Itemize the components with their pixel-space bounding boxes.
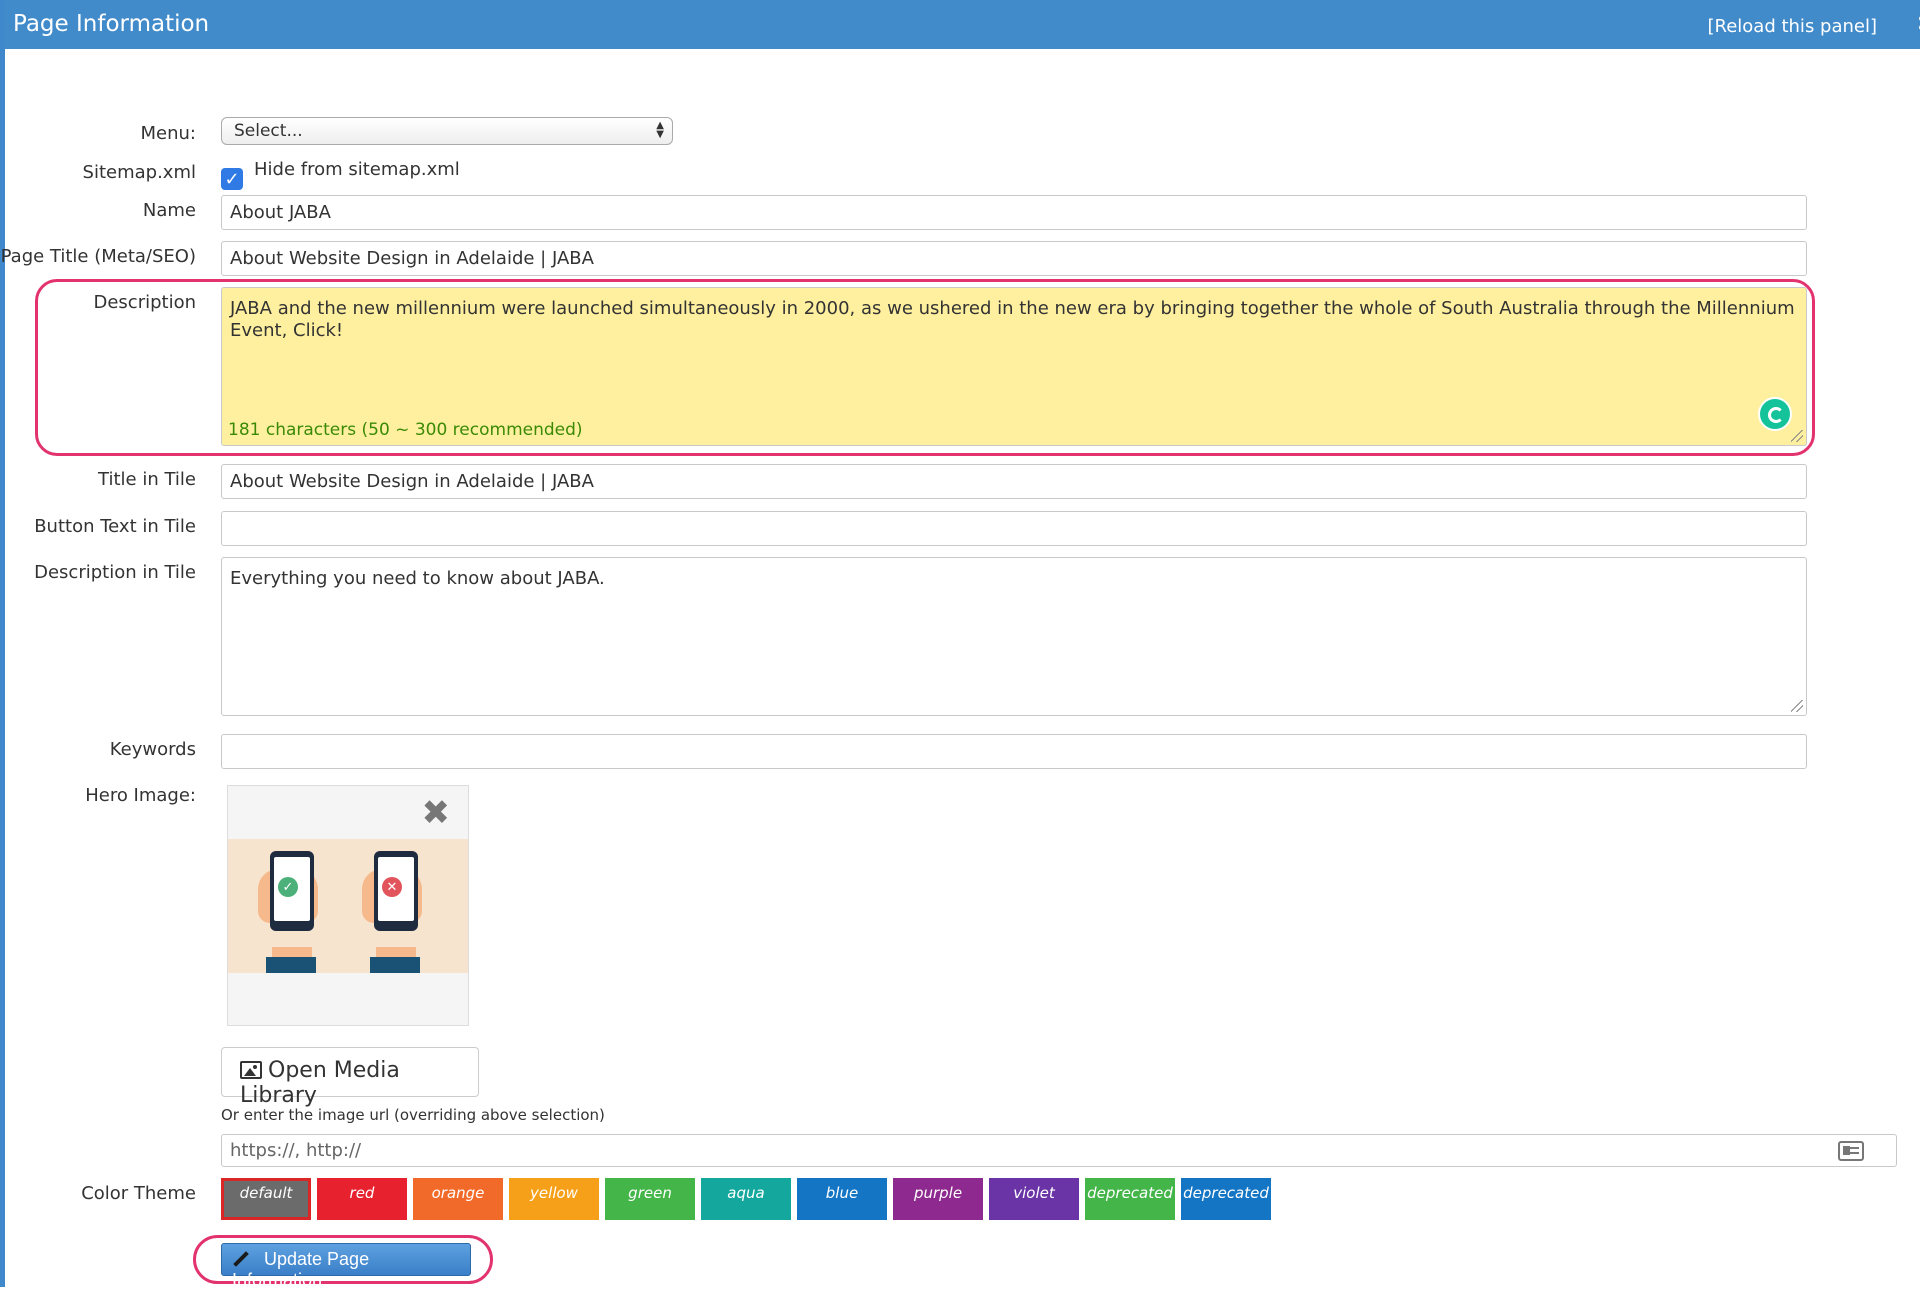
theme-swatch-green[interactable]: green [605, 1178, 695, 1220]
theme-swatch-red[interactable]: red [317, 1178, 407, 1220]
checkmark-icon: ✓ [224, 169, 240, 189]
button-text-input[interactable] [221, 511, 1807, 546]
resize-grip-icon[interactable] [1791, 700, 1803, 712]
title-in-tile-label: Title in Tile [98, 469, 196, 490]
image-url-placeholder: https://, http:// [230, 1140, 362, 1161]
select-arrows-icon: ▲ ▼ [656, 120, 664, 140]
sitemap-label: Sitemap.xml [82, 162, 196, 183]
color-theme-label: Color Theme [81, 1183, 196, 1204]
description-char-count: 181 characters (50 ~ 300 recommended) [228, 420, 583, 440]
hide-sitemap-label[interactable]: Hide from sitemap.xml [254, 159, 460, 180]
page-information-panel: Page Information [Reload this panel] Men… [0, 0, 1920, 1290]
open-media-library-label: Open Media Library [240, 1058, 400, 1108]
panel-header: Page Information [Reload this panel] [5, 0, 1920, 49]
image-url-hint: Or enter the image url (overriding above… [221, 1106, 605, 1124]
description-in-tile-label: Description in Tile [34, 562, 196, 583]
button-text-label: Button Text in Tile [34, 516, 196, 537]
menu-select-value: Select... [234, 121, 303, 141]
theme-swatch-deprecated[interactable]: deprecated [1085, 1178, 1175, 1220]
keywords-input[interactable] [221, 734, 1807, 769]
grammarly-icon[interactable] [1758, 397, 1792, 431]
open-media-library-button[interactable]: Open Media Library [221, 1047, 479, 1108]
checkmark-icon: ✓ [278, 877, 298, 897]
hero-image-illustration: ✓ ✕ [228, 839, 468, 973]
phone-illustration: ✕ [374, 851, 418, 931]
menu-label: Menu: [140, 123, 197, 144]
theme-swatch-orange[interactable]: orange [413, 1178, 503, 1220]
description-text: JABA and the new millennium were launche… [230, 298, 1795, 341]
pencil-icon [233, 1251, 249, 1267]
cross-icon: ✕ [382, 877, 402, 897]
theme-swatch-default[interactable]: default [221, 1178, 311, 1220]
theme-swatch-aqua[interactable]: aqua [701, 1178, 791, 1220]
reload-panel-link[interactable]: [Reload this panel] [1707, 16, 1877, 37]
theme-swatch-yellow[interactable]: yellow [509, 1178, 599, 1220]
theme-swatch-violet[interactable]: violet [989, 1178, 1079, 1220]
theme-swatch-purple[interactable]: purple [893, 1178, 983, 1220]
menu-select[interactable]: Select... ▲ ▼ [221, 117, 673, 145]
theme-swatch-deprecated[interactable]: deprecated [1181, 1178, 1271, 1220]
hero-image-preview: ✖ ✓ ✕ [227, 785, 469, 1026]
name-input[interactable]: About JABA [221, 195, 1807, 230]
phone-illustration: ✓ [270, 851, 314, 931]
update-page-information-button[interactable]: Update Page Information [221, 1243, 471, 1290]
description-in-tile-text: Everything you need to know about JABA. [230, 568, 605, 589]
image-icon [240, 1061, 262, 1079]
panel-title: Page Information [13, 11, 210, 37]
keywords-label: Keywords [109, 739, 196, 760]
name-label: Name [142, 200, 196, 221]
title-in-tile-input[interactable]: About Website Design in Adelaide | JABA [221, 464, 1807, 499]
description-textarea[interactable]: JABA and the new millennium were launche… [221, 287, 1807, 446]
hero-image-label: Hero Image: [85, 785, 196, 806]
theme-swatch-blue[interactable]: blue [797, 1178, 887, 1220]
description-label: Description [93, 292, 196, 313]
id-card-icon[interactable] [1838, 1141, 1864, 1161]
page-title-label: Page Title (Meta/SEO) [0, 246, 196, 267]
page-title-input[interactable]: About Website Design in Adelaide | JABA [221, 241, 1807, 276]
close-icon[interactable]: ✖ [422, 796, 451, 830]
resize-grip-icon[interactable] [1791, 430, 1803, 442]
hide-sitemap-checkbox[interactable]: ✓ [221, 168, 243, 190]
description-in-tile-textarea[interactable]: Everything you need to know about JABA. [221, 557, 1807, 716]
image-url-input[interactable]: https://, http:// [221, 1134, 1897, 1167]
